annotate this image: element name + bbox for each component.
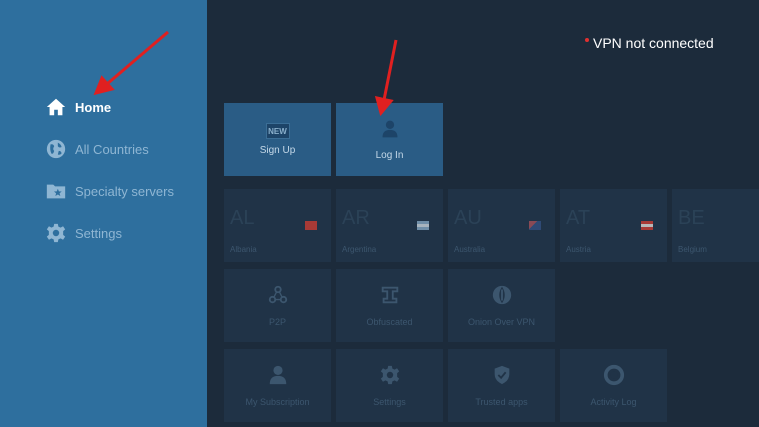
status-text: VPN not connected [593, 35, 714, 51]
folder-star-icon [45, 180, 67, 202]
specialty-tile-onion[interactable]: Onion Over VPN [448, 269, 555, 342]
country-code: BE [678, 207, 705, 229]
activity-log-tile[interactable]: Activity Log [560, 349, 667, 422]
sidebar-item-specialty-servers[interactable]: Specialty servers [45, 179, 174, 203]
gear-icon [45, 222, 67, 244]
settings-tile[interactable]: Settings [336, 349, 443, 422]
country-tile-australia[interactable]: AU Australia [448, 189, 555, 262]
status-dot-icon [585, 38, 589, 42]
country-tile-argentina[interactable]: AR Argentina [336, 189, 443, 262]
tile-label: Activity Log [590, 397, 637, 407]
connection-status: VPN not connected [585, 35, 714, 51]
specialty-tile-p2p[interactable]: P2P [224, 269, 331, 342]
country-name: Australia [454, 245, 486, 254]
albania-flag-icon [305, 221, 317, 230]
tile-label: Trusted apps [475, 397, 528, 407]
specialty-label: Obfuscated [366, 317, 413, 327]
trusted-apps-tile[interactable]: Trusted apps [448, 349, 555, 422]
sidebar: Home All Countries Specialty servers Set… [0, 0, 207, 427]
country-name: Argentina [342, 245, 377, 254]
p2p-icon [267, 284, 289, 311]
argentina-flag-icon [417, 221, 429, 230]
country-tile-albania[interactable]: AL Albania [224, 189, 331, 262]
australia-flag-icon [529, 221, 541, 230]
country-name: Belgium [678, 245, 707, 254]
gear-icon [379, 364, 401, 391]
specialty-tile-obfuscated[interactable]: Obfuscated [336, 269, 443, 342]
country-name: Austria [566, 245, 591, 254]
new-badge-icon: NEW [265, 123, 290, 139]
globe-icon [45, 138, 67, 160]
tile-label: Settings [373, 397, 406, 407]
sidebar-item-label: Home [75, 99, 112, 115]
tile-label: My Subscription [245, 397, 310, 407]
onion-icon [491, 284, 513, 311]
shield-check-icon [491, 364, 513, 391]
sidebar-item-label: Settings [75, 225, 122, 241]
specialty-label: P2P [268, 317, 286, 327]
sidebar-item-home[interactable]: Home [45, 95, 111, 119]
my-subscription-tile[interactable]: My Subscription [224, 349, 331, 422]
country-tile-austria[interactable]: AT Austria [560, 189, 667, 262]
login-tile[interactable]: Log In [336, 103, 443, 176]
sidebar-item-label: All Countries [75, 141, 149, 157]
home-icon [45, 96, 67, 118]
sidebar-item-all-countries[interactable]: All Countries [45, 137, 149, 161]
user-icon [380, 119, 400, 144]
country-code: AR [342, 207, 370, 229]
sidebar-item-settings[interactable]: Settings [45, 221, 122, 245]
country-code: AL [230, 207, 255, 229]
obfuscated-icon [379, 284, 401, 311]
country-name: Albania [230, 245, 257, 254]
country-code: AU [454, 207, 482, 229]
lifebuoy-icon [603, 364, 625, 391]
country-code: AT [566, 207, 591, 229]
signup-label: Sign Up [259, 145, 296, 156]
user-icon [267, 364, 289, 391]
login-label: Log In [375, 149, 404, 161]
specialty-label: Onion Over VPN [467, 317, 536, 327]
signup-tile[interactable]: NEW Sign Up [224, 103, 331, 176]
austria-flag-icon [641, 221, 653, 230]
sidebar-item-label: Specialty servers [75, 183, 174, 199]
country-tile-belgium[interactable]: BE Belgium [672, 189, 759, 262]
